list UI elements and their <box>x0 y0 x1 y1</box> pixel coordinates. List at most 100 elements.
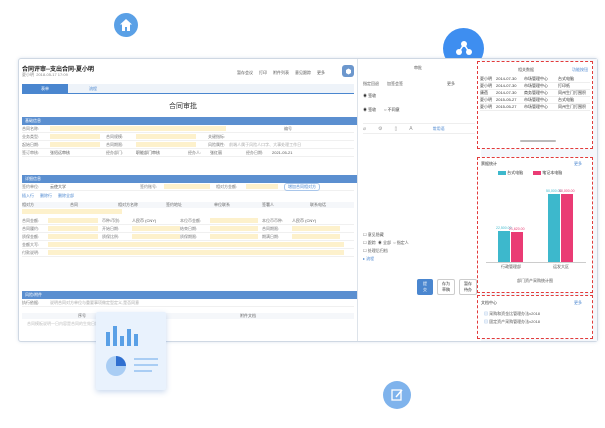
field[interactable] <box>48 250 344 255</box>
grid-row: 付款说明: <box>22 249 354 257</box>
type-field[interactable] <box>50 134 100 139</box>
settings-icon[interactable]: ⚙ <box>378 126 382 132</box>
field[interactable] <box>132 234 180 239</box>
field[interactable] <box>48 234 98 239</box>
field[interactable] <box>210 226 258 231</box>
action-0[interactable]: 暂存会议 <box>237 70 253 76</box>
field[interactable] <box>48 242 344 247</box>
drive-icon[interactable] <box>342 65 354 77</box>
approval-pane: 审批 指定回退 加签会签 更多 ◉ 签收 ◉ 签收 ○ 不同意 ⌀ ⚙ ▯ A … <box>359 59 477 341</box>
label: 本位币金额: <box>180 217 202 223</box>
col: 附件文档 <box>240 313 256 318</box>
related-link[interactable]: 功能按钮 <box>572 67 588 73</box>
table-row[interactable]: 夏小明 2015-05-27 市场管理中心 同州生门打围积 <box>480 104 590 111</box>
bar-value-label: 21,620.00 <box>509 227 525 232</box>
approval-toolbar: 指定回退 加签会签 更多 <box>363 81 455 87</box>
label: 签约账号: <box>140 183 158 189</box>
doc-icon[interactable]: ▯ <box>395 126 398 132</box>
detail-table-header: 相对方 合同 相对方名称 签约地址 单位联系 签署人 联系电话 <box>22 202 354 208</box>
top-actions: 暂存会议 打印 附件列表 意见跟踪 更多 <box>237 70 325 76</box>
label: 质保比例: <box>102 233 120 239</box>
table-row[interactable]: 康蓓 2014-07-30 商务管理中心 同州生门打围积 <box>480 90 590 97</box>
meta-line: 夏小明 2018-05-17 17:09 <box>22 72 68 77</box>
label: 质保期限: <box>180 233 198 239</box>
label: 金额大写: <box>22 241 40 247</box>
label: 执行依据: <box>22 299 40 305</box>
comment-area[interactable] <box>363 133 475 223</box>
label: 合同期限: <box>262 225 280 231</box>
action-4[interactable]: 更多 <box>317 70 325 76</box>
delete-row-button[interactable]: 删除行 <box>40 193 52 199</box>
font-icon[interactable]: A <box>409 126 412 132</box>
label: 经办人: <box>188 149 202 155</box>
term-field[interactable] <box>136 142 196 147</box>
basic-rows: 合同名称: 编号 业务类型: 合同规模: 关键指标: 起始日期: 合同期限: 风… <box>22 125 354 157</box>
field[interactable] <box>48 218 98 223</box>
delete-all-button[interactable]: 删除全部 <box>58 193 74 199</box>
action-2[interactable]: 附件列表 <box>273 70 289 76</box>
tab-form[interactable]: 表单 <box>22 84 68 93</box>
report-pie-icon <box>104 354 128 380</box>
party-value: 云使大学 <box>50 183 66 189</box>
attach-icon[interactable]: ⌀ <box>363 126 366 132</box>
phrase-link[interactable]: 常用语 <box>433 126 445 132</box>
risk-hint: 合同模板说明一日内容是合同的生效日期 <box>27 321 99 326</box>
archive-check[interactable]: ☐ 处理后归档 <box>363 247 409 255</box>
value: 说明合同对方单位与重要事项做定型定义,是否同意 <box>50 299 140 305</box>
radio-disagree[interactable]: ○ 不同意 <box>384 107 400 113</box>
more-button[interactable]: 更多 <box>447 81 455 87</box>
radio-agree-2[interactable]: ◉ 签收 <box>363 107 376 113</box>
edit-icon[interactable] <box>383 381 411 409</box>
hold-button[interactable]: 暂存待办 <box>459 279 477 295</box>
home-icon[interactable] <box>114 13 138 37</box>
basic-row: 合同名称: 编号 <box>22 125 354 133</box>
approval-radios-a: ◉ 签收 <box>363 93 376 99</box>
table-row[interactable]: 夏小明 2014-07-30 市场管理中心 打印纸 <box>480 83 590 90</box>
value: 人民币 (CNY) <box>292 217 317 223</box>
x-tick-label: 运发大区 <box>553 264 569 269</box>
table-row[interactable]: 夏小明 2015-05-27 市场管理中心 台式电脑 <box>480 97 590 104</box>
insert-row-button[interactable]: 插入行 <box>22 193 34 199</box>
field[interactable] <box>132 226 180 231</box>
countersign-button[interactable]: 加签会签 <box>387 81 403 87</box>
rollback-button[interactable]: 指定回退 <box>363 81 379 87</box>
chart-plot: 22,500.00 21,620.00 50,000.00 50,000.00 <box>486 180 586 263</box>
hide-check[interactable]: ☐ 意见隐藏 <box>363 231 409 239</box>
submit-button[interactable]: 提交 <box>417 279 433 295</box>
party-input[interactable] <box>22 209 122 214</box>
label: 结束日期: <box>180 225 198 231</box>
field[interactable] <box>210 234 258 239</box>
list-item[interactable]: ▤ 固定资产采购管理办法v2018 <box>484 318 540 326</box>
tab-bar: 表单 流程 <box>22 84 354 94</box>
table-row[interactable]: 夏小明 2014-07-30 市场管理中心 台式电脑 <box>480 76 590 83</box>
chart-more-link[interactable]: 更多 <box>574 161 582 167</box>
field[interactable] <box>210 218 258 223</box>
save-draft-button[interactable]: 存为草稿 <box>437 279 455 295</box>
label: 质保金额: <box>22 233 40 239</box>
approval-options: ☐ 意见隐藏 ☐ 跟踪 ◉ 全部 ○ 指定人 ☐ 处理后归档 ▸ 流程 <box>363 231 409 263</box>
start-field[interactable] <box>50 142 100 147</box>
radio-agree[interactable]: ◉ 签收 <box>363 93 376 99</box>
add-party-button[interactable]: 增加合同相对方 <box>284 182 320 191</box>
field[interactable] <box>48 226 98 231</box>
label: 经办部门: <box>106 149 124 155</box>
list-item[interactable]: ▤ 采购和资金比管理办法v2018 <box>484 310 540 318</box>
tab-flow[interactable]: 流程 <box>70 84 116 93</box>
docs-panel: 文档中心 更多 ▤ 采购和资金比管理办法v2018 ▤ 固定资产采购管理办法v2… <box>477 295 593 339</box>
scale-field[interactable] <box>136 134 196 139</box>
field[interactable] <box>292 226 340 231</box>
col: 单位联系 <box>214 202 230 207</box>
flow-link[interactable]: ▸ 流程 <box>363 255 409 263</box>
contract-name-field[interactable] <box>50 126 226 131</box>
track-check[interactable]: ☐ 跟踪 ◉ 全部 ○ 指定人 <box>363 239 409 247</box>
scrollbar[interactable] <box>520 140 556 142</box>
bar-value-label: 50,000.00 <box>559 188 575 193</box>
amount-field[interactable] <box>246 184 278 189</box>
action-3[interactable]: 意见跟踪 <box>295 70 311 76</box>
label: 合同名称: <box>22 125 40 131</box>
action-1[interactable]: 打印 <box>259 70 267 76</box>
account-field[interactable] <box>164 184 210 189</box>
field[interactable] <box>292 234 340 239</box>
docs-more-link[interactable]: 更多 <box>574 300 582 306</box>
section-basic: 基础信息 <box>22 117 357 125</box>
